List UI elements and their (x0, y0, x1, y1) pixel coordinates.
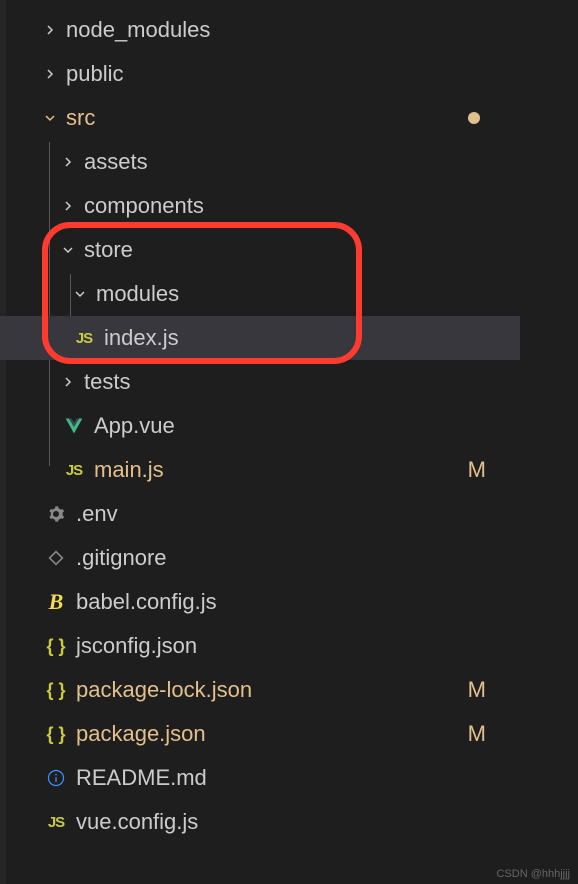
watermark: CSDN @hhhjjjj (496, 868, 570, 880)
folder-label: store (84, 237, 520, 263)
file-label: vue.config.js (76, 809, 520, 835)
folder-store[interactable]: store (0, 228, 520, 272)
chevron-right-icon (60, 154, 76, 170)
git-icon (42, 549, 70, 567)
modified-badge: M (468, 721, 486, 747)
file-label: jsconfig.json (76, 633, 520, 659)
chevron-down-icon (42, 110, 58, 126)
file-vue-config[interactable]: JS vue.config.js (0, 800, 520, 844)
file-env[interactable]: .env (0, 492, 520, 536)
gear-icon (42, 505, 70, 523)
file-label: README.md (76, 765, 520, 791)
file-readme[interactable]: README.md (0, 756, 520, 800)
folder-src[interactable]: src (0, 96, 520, 140)
file-main-js[interactable]: JS main.js M (0, 448, 520, 492)
babel-icon: B (42, 589, 70, 615)
modified-badge: M (468, 677, 486, 703)
js-file-icon: JS (70, 330, 98, 347)
chevron-right-icon (60, 198, 76, 214)
folder-assets[interactable]: assets (0, 140, 520, 184)
file-gitignore[interactable]: .gitignore (0, 536, 520, 580)
folder-modules[interactable]: modules (0, 272, 520, 316)
file-app-vue[interactable]: App.vue (0, 404, 520, 448)
chevron-down-icon (60, 242, 76, 258)
chevron-right-icon (42, 22, 58, 38)
folder-label: node_modules (66, 17, 520, 43)
folder-components[interactable]: components (0, 184, 520, 228)
folder-label: tests (84, 369, 520, 395)
file-label: .env (76, 501, 520, 527)
js-file-icon: JS (60, 462, 88, 479)
file-explorer: node_modules public src assets component… (0, 0, 520, 844)
folder-public[interactable]: public (0, 52, 520, 96)
file-babel-config[interactable]: B babel.config.js (0, 580, 520, 624)
folder-label: src (66, 105, 520, 131)
file-package[interactable]: { } package.json M (0, 712, 520, 756)
file-index-js[interactable]: JS index.js (0, 316, 520, 360)
file-label: App.vue (94, 413, 520, 439)
chevron-right-icon (60, 374, 76, 390)
chevron-right-icon (42, 66, 58, 82)
scrollbar[interactable] (560, 0, 578, 884)
folder-tests[interactable]: tests (0, 360, 520, 404)
file-package-lock[interactable]: { } package-lock.json M (0, 668, 520, 712)
file-label: babel.config.js (76, 589, 520, 615)
file-label: index.js (104, 325, 520, 351)
json-file-icon: { } (42, 724, 70, 745)
file-label: package.json (76, 721, 520, 747)
modified-dot-icon (468, 112, 480, 124)
folder-label: assets (84, 149, 520, 175)
js-file-icon: JS (42, 814, 70, 831)
file-label: .gitignore (76, 545, 520, 571)
file-jsconfig[interactable]: { } jsconfig.json (0, 624, 520, 668)
modified-badge: M (468, 457, 486, 483)
file-label: package-lock.json (76, 677, 520, 703)
info-icon (42, 768, 70, 788)
folder-label: modules (96, 281, 520, 307)
folder-label: public (66, 61, 520, 87)
file-label: main.js (94, 457, 520, 483)
vue-file-icon (60, 416, 88, 436)
json-file-icon: { } (42, 680, 70, 701)
folder-node-modules[interactable]: node_modules (0, 8, 520, 52)
json-file-icon: { } (42, 636, 70, 657)
folder-label: components (84, 193, 520, 219)
chevron-down-icon (72, 286, 88, 302)
